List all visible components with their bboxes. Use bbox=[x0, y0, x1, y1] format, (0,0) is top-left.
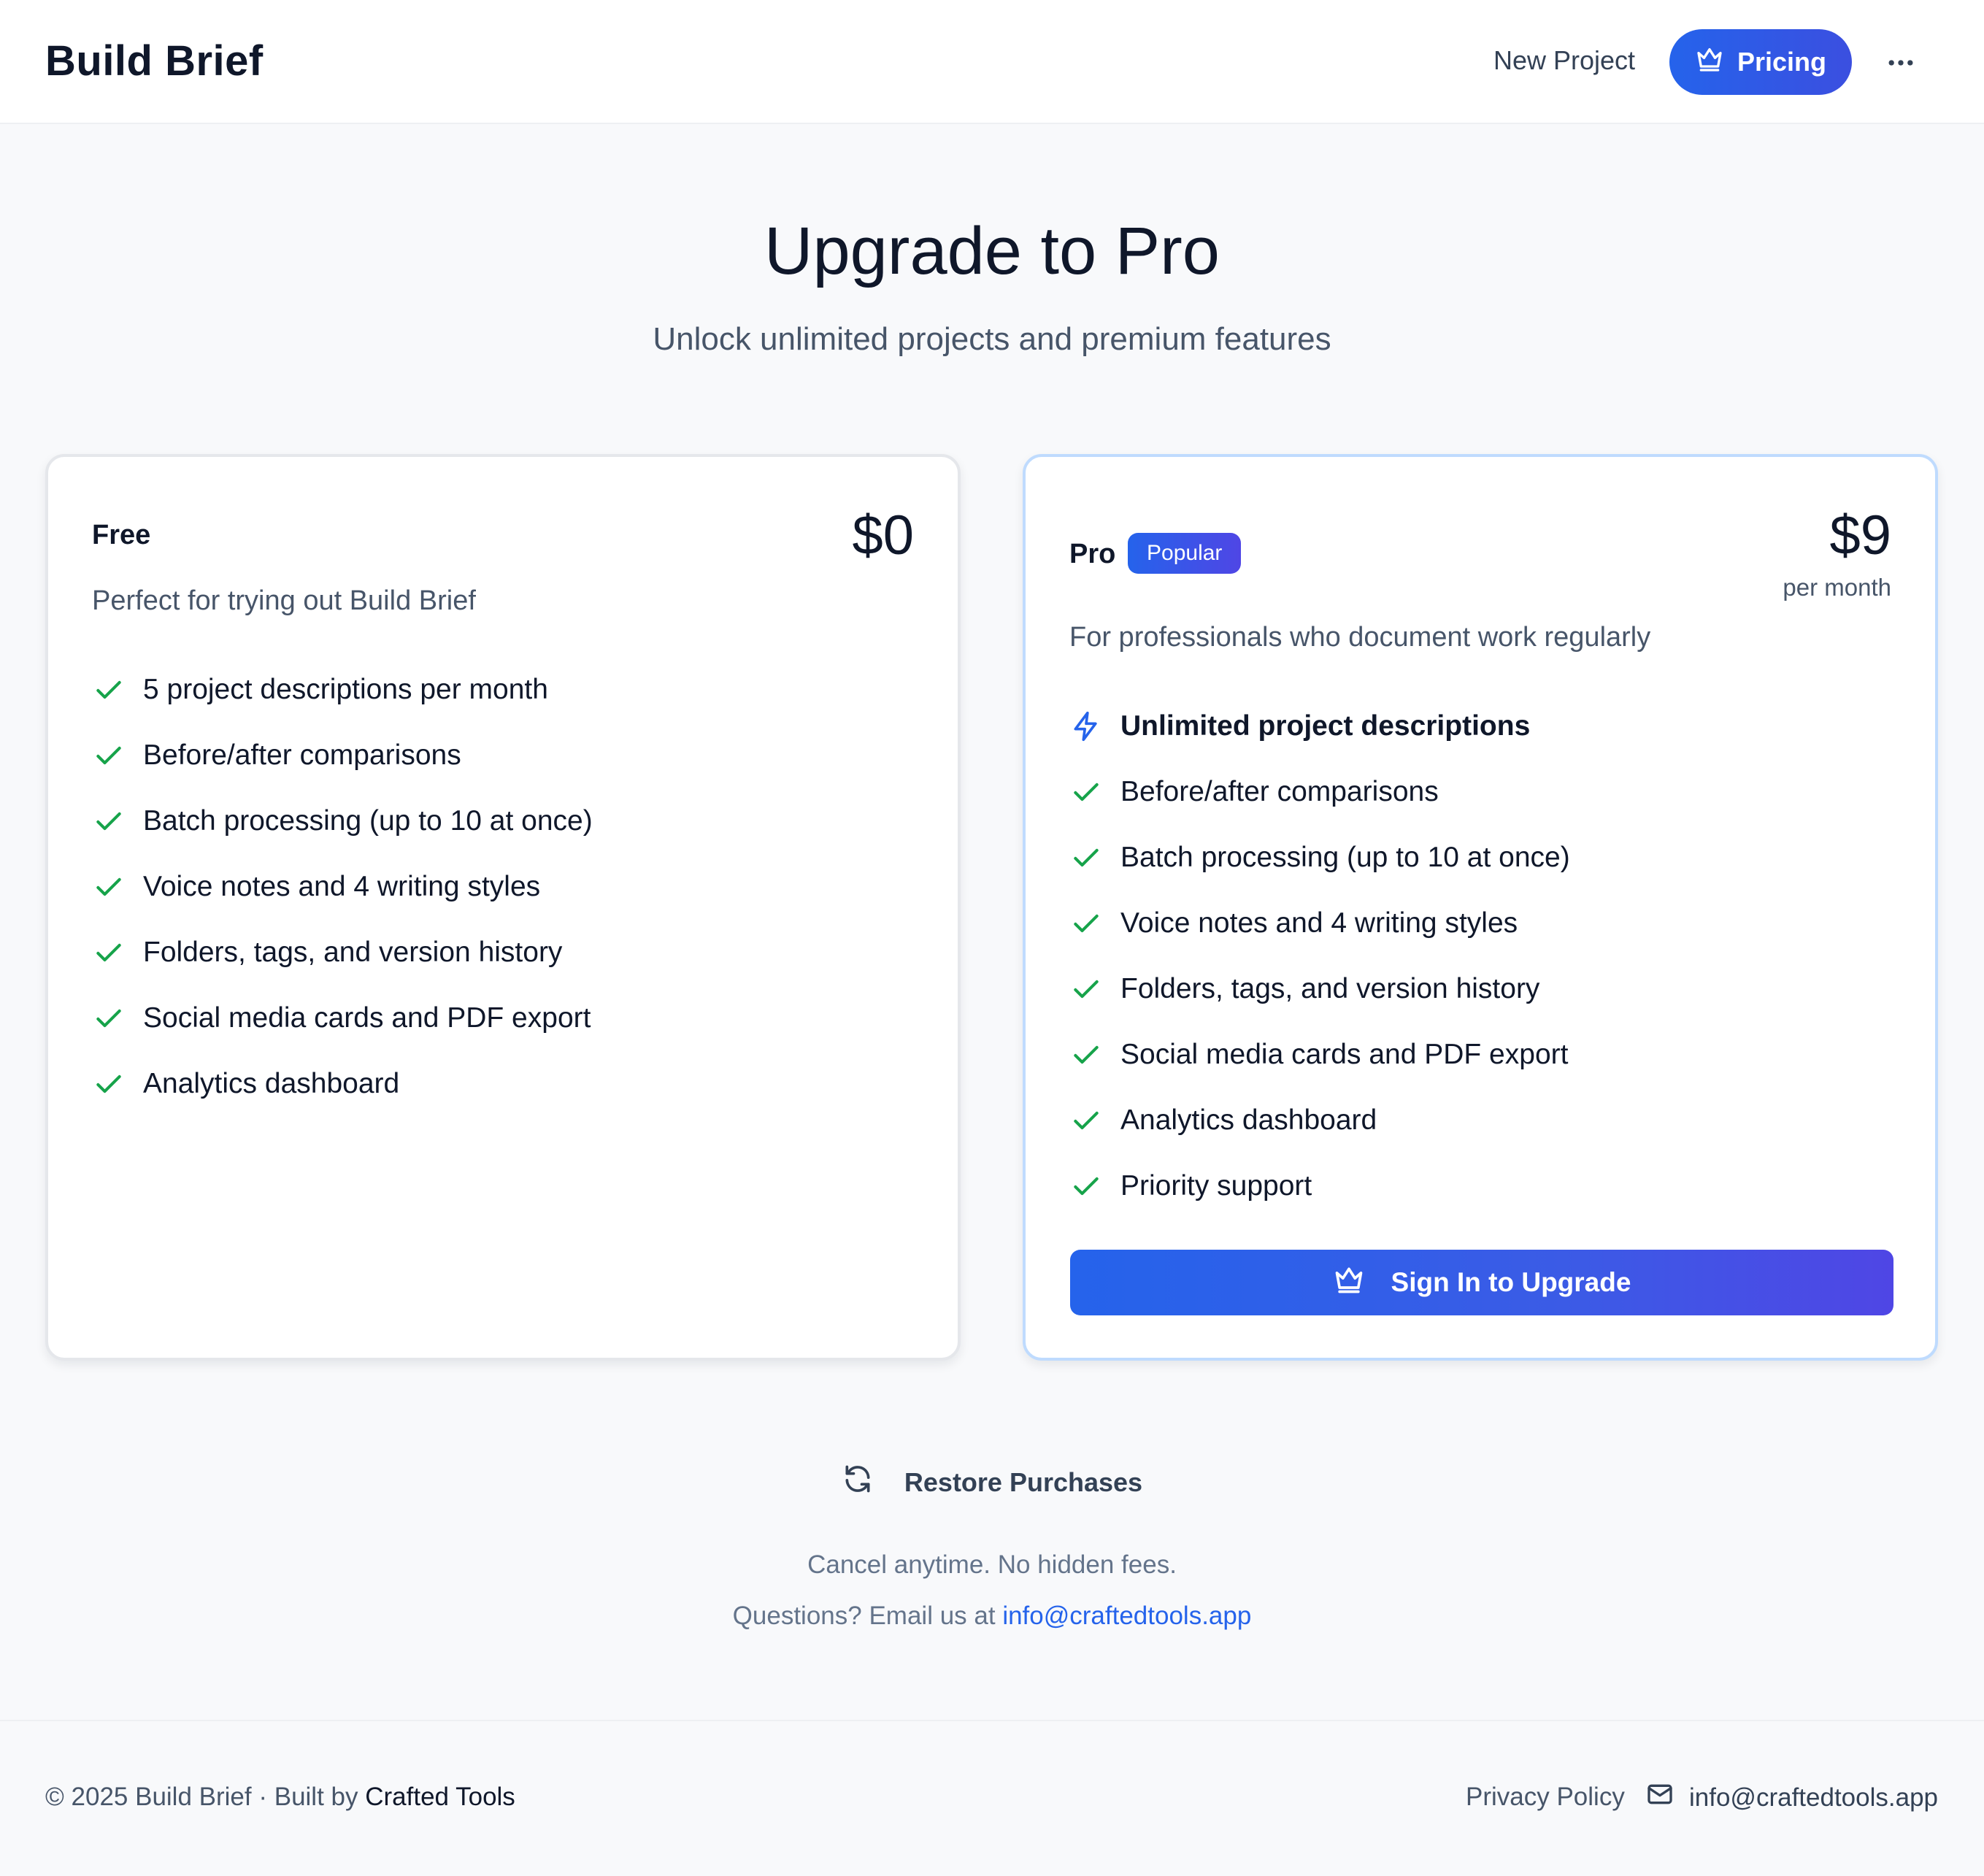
support-email-link[interactable]: info@craftedtools.app bbox=[1002, 1602, 1251, 1630]
feature-label: Folders, tags, and version history bbox=[143, 937, 563, 968]
check-icon bbox=[92, 739, 126, 772]
plan-description: For professionals who document work regu… bbox=[1069, 622, 1651, 653]
cancel-note: Cancel anytime. No hidden fees. bbox=[807, 1550, 1177, 1579]
restore-label: Restore Purchases bbox=[904, 1466, 1143, 1497]
crown-icon bbox=[1333, 1264, 1365, 1302]
maker-link[interactable]: Crafted Tools bbox=[365, 1783, 515, 1811]
feature-item: Folders, tags, and version history bbox=[92, 920, 593, 985]
questions-note: Questions? Email us at info@craftedtools… bbox=[0, 1602, 1984, 1631]
free-plan-card: Free $0 Perfect for trying out Build Bri… bbox=[45, 454, 961, 1361]
feature-label: Analytics dashboard bbox=[1120, 1104, 1377, 1136]
feature-label: Before/after comparisons bbox=[1120, 776, 1439, 807]
check-icon bbox=[1069, 775, 1103, 809]
privacy-policy-link[interactable]: Privacy Policy bbox=[1466, 1783, 1625, 1812]
feature-item: Batch processing (up to 10 at once) bbox=[92, 788, 593, 854]
check-icon bbox=[1069, 1169, 1103, 1203]
feature-item: Folders, tags, and version history bbox=[1069, 956, 1570, 1022]
feature-label: Voice notes and 4 writing styles bbox=[1120, 907, 1518, 939]
more-horizontal-icon bbox=[1888, 60, 1913, 66]
feature-list: 5 project descriptions per month Before/… bbox=[92, 657, 593, 1117]
feature-label: Unlimited project descriptions bbox=[1120, 710, 1531, 742]
feature-item: Unlimited project descriptions bbox=[1069, 693, 1570, 759]
plan-description: Perfect for trying out Build Brief bbox=[92, 585, 476, 616]
pricing-label: Pricing bbox=[1737, 47, 1827, 77]
footer: © 2025 Build Brief · Built by Crafted To… bbox=[0, 1720, 1984, 1876]
feature-label: Social media cards and PDF export bbox=[1120, 1039, 1569, 1070]
plan-price: $9 bbox=[1829, 504, 1891, 566]
crown-icon bbox=[1695, 45, 1724, 80]
feature-label: Folders, tags, and version history bbox=[1120, 973, 1540, 1004]
page-title: Upgrade to Pro bbox=[764, 214, 1220, 288]
cta-label: Sign In to Upgrade bbox=[1391, 1267, 1631, 1297]
feature-label: Voice notes and 4 writing styles bbox=[143, 871, 541, 902]
lightning-icon bbox=[1069, 710, 1103, 743]
copyright: © 2025 Build Brief · Built by Crafted To… bbox=[45, 1783, 515, 1812]
check-icon bbox=[1069, 972, 1103, 1006]
feature-list: Unlimited project descriptions Before/af… bbox=[1069, 693, 1570, 1219]
feature-label: Batch processing (up to 10 at once) bbox=[1120, 842, 1570, 873]
check-icon bbox=[92, 936, 126, 969]
feature-item: Batch processing (up to 10 at once) bbox=[1069, 825, 1570, 891]
feature-item: 5 project descriptions per month bbox=[92, 657, 593, 723]
check-icon bbox=[92, 1002, 126, 1035]
copyright-text: © 2025 Build Brief · Built by bbox=[45, 1783, 358, 1811]
feature-label: Analytics dashboard bbox=[143, 1068, 400, 1099]
check-icon bbox=[92, 1067, 126, 1101]
new-project-link[interactable]: New Project bbox=[1493, 45, 1635, 76]
check-icon bbox=[92, 870, 126, 904]
feature-item: Voice notes and 4 writing styles bbox=[1069, 891, 1570, 956]
price-period: per month bbox=[1783, 574, 1891, 601]
feature-item: Social media cards and PDF export bbox=[92, 985, 593, 1051]
page-subtitle: Unlock unlimited projects and premium fe… bbox=[653, 321, 1331, 357]
more-menu-button[interactable] bbox=[1880, 42, 1921, 83]
plan-price: $0 bbox=[852, 504, 914, 566]
footer-email-label: info@craftedtools.app bbox=[1689, 1783, 1939, 1812]
plan-name: Free bbox=[92, 520, 151, 550]
refresh-icon bbox=[842, 1463, 874, 1502]
feature-label: Priority support bbox=[1120, 1170, 1312, 1202]
pro-plan-card: Pro Popular $9 per month For professiona… bbox=[1023, 454, 1938, 1361]
check-icon bbox=[1069, 1104, 1103, 1137]
mail-icon bbox=[1645, 1780, 1675, 1815]
restore-purchases-button[interactable]: Restore Purchases bbox=[0, 1463, 1984, 1502]
feature-item: Before/after comparisons bbox=[1069, 759, 1570, 825]
sign-in-to-upgrade-button[interactable]: Sign In to Upgrade bbox=[1070, 1250, 1893, 1315]
top-header: Build Brief New Project Pricing bbox=[0, 0, 1984, 124]
feature-item: Analytics dashboard bbox=[1069, 1088, 1570, 1153]
check-icon bbox=[1069, 907, 1103, 940]
footer-email-link[interactable]: info@craftedtools.app bbox=[1645, 1780, 1938, 1815]
feature-label: Social media cards and PDF export bbox=[143, 1002, 591, 1034]
feature-item: Voice notes and 4 writing styles bbox=[92, 854, 593, 920]
feature-label: Batch processing (up to 10 at once) bbox=[143, 805, 593, 837]
check-icon bbox=[92, 804, 126, 838]
check-icon bbox=[92, 673, 126, 707]
brand-title[interactable]: Build Brief bbox=[45, 36, 264, 85]
check-icon bbox=[1069, 841, 1103, 874]
popular-badge: Popular bbox=[1128, 533, 1242, 574]
feature-item: Priority support bbox=[1069, 1153, 1570, 1219]
feature-label: 5 project descriptions per month bbox=[143, 674, 548, 705]
plan-name: Pro bbox=[1069, 539, 1116, 569]
feature-item: Social media cards and PDF export bbox=[1069, 1022, 1570, 1088]
feature-item: Analytics dashboard bbox=[92, 1051, 593, 1117]
pricing-button[interactable]: Pricing bbox=[1669, 29, 1852, 95]
questions-prefix: Questions? Email us at bbox=[732, 1602, 996, 1630]
feature-label: Before/after comparisons bbox=[143, 739, 461, 771]
feature-item: Before/after comparisons bbox=[92, 723, 593, 788]
check-icon bbox=[1069, 1038, 1103, 1072]
